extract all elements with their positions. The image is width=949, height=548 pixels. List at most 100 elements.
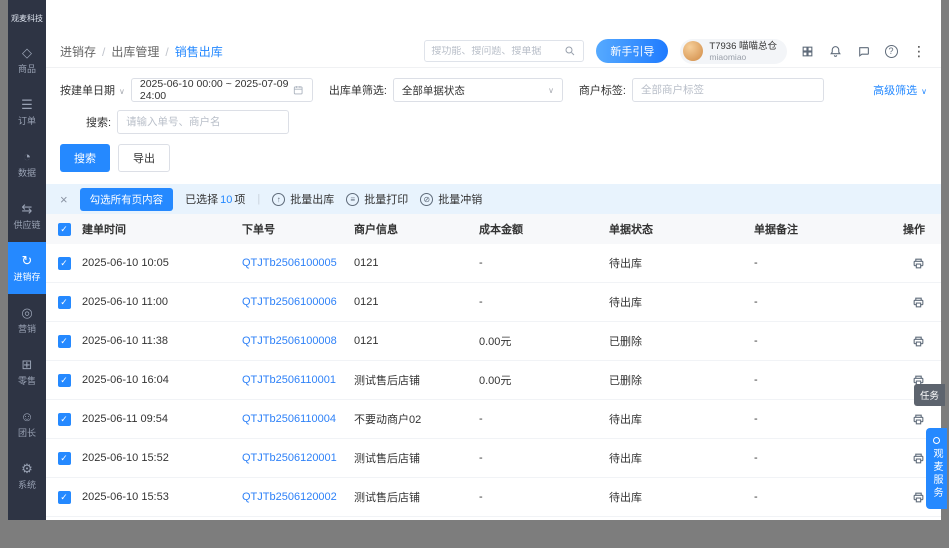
row-checkbox[interactable] [58, 374, 71, 387]
print-icon[interactable] [912, 413, 925, 426]
cell-merchant: 测试售后店铺 [354, 372, 479, 388]
print-icon[interactable] [912, 335, 925, 348]
status-text: 待出库 [609, 411, 754, 427]
select-all-pages-button[interactable]: 勾选所有页内容 [80, 188, 174, 211]
newbie-guide-button[interactable]: 新手引导 [596, 39, 668, 63]
search-icon[interactable] [563, 43, 577, 59]
sidebar-item-data[interactable]: ◔ 数据 [8, 138, 46, 190]
cell-created-time: 2025-06-10 15:52 [82, 452, 242, 464]
sidebar-item-retail[interactable]: ⊞ 零售 [8, 346, 46, 398]
print-icon[interactable] [912, 452, 925, 465]
close-icon[interactable]: × [60, 192, 68, 207]
status-select-value: 全部单据状态 [402, 83, 465, 98]
help-icon[interactable]: ? [883, 43, 899, 59]
sidebar-item-label: 营销 [18, 322, 36, 335]
task-float-button[interactable]: 任务 [914, 384, 945, 406]
batch-outbound-button[interactable]: ↑ 批量出库 [272, 191, 334, 207]
retail-icon: ⊞ [22, 358, 33, 371]
sidebar-item-goods[interactable]: ◇ 商品 [8, 34, 46, 86]
message-icon[interactable] [855, 43, 871, 59]
row-checkbox[interactable] [58, 491, 71, 504]
inventory-icon: ↻ [22, 254, 33, 267]
cell-cost: 0.00元 [479, 333, 609, 349]
goods-icon: ◇ [22, 46, 32, 59]
status-select[interactable]: 全部单据状态 ∨ [393, 78, 563, 102]
order-link[interactable]: QTJTb2506100006 [242, 296, 354, 308]
cell-created-time: 2025-06-10 15:53 [82, 491, 242, 503]
sidebar-item-orders[interactable]: ☰ 订单 [8, 86, 46, 138]
order-link[interactable]: QTJTb2506120001 [242, 452, 354, 464]
cell-cost: - [479, 452, 609, 464]
row-checkbox[interactable] [58, 413, 71, 426]
order-link[interactable]: QTJTb2506120002 [242, 491, 354, 503]
row-checkbox[interactable] [58, 296, 71, 309]
export-button[interactable]: 导出 [118, 144, 170, 172]
print-icon[interactable] [912, 296, 925, 309]
app-window: 观麦科技 ◇ 商品 ☰ 订单 ◔ 数据 ⇆ 供应链 ↻ 进销存 [8, 0, 941, 520]
cell-cost: - [479, 296, 609, 308]
table-header: 建单时间 下单号 商户信息 成本金额 单据状态 单据备注 操作 [46, 214, 941, 244]
selected-count-text: 已选择10项 [185, 191, 245, 207]
global-search-input[interactable] [431, 46, 563, 57]
row-checkbox[interactable] [58, 335, 71, 348]
status-text: 待出库 [609, 294, 754, 310]
guanmai-service-tab[interactable]: 观麦服务 [926, 428, 947, 509]
date-range-picker[interactable]: 2025-06-10 00:00 ~ 2025-07-09 24:00 [131, 78, 313, 102]
more-menu-icon[interactable]: ⋮ [911, 43, 927, 59]
col-operation: 操作 [889, 221, 941, 237]
col-note: 单据备注 [754, 221, 889, 237]
sidebar-item-supply-chain[interactable]: ⇆ 供应链 [8, 190, 46, 242]
sidebar-item-system[interactable]: ⚙ 系统 [8, 450, 46, 502]
cell-created-time: 2025-06-11 09:54 [82, 413, 242, 425]
cell-cost: 0.00元 [479, 372, 609, 388]
breadcrumb-outbound-mgmt[interactable]: 出库管理 [111, 43, 174, 60]
advanced-filter-link[interactable]: 高级筛选∨ [873, 82, 927, 98]
sidebar-item-marketing[interactable]: ◎ 营销 [8, 294, 46, 346]
table-row: 2025-06-10 15:53 QTJTb2506120002 测试售后店铺 … [46, 478, 941, 517]
cell-cost: - [479, 257, 609, 269]
col-cost: 成本金额 [479, 221, 609, 237]
order-search-input[interactable] [126, 116, 280, 128]
select-all-checkbox[interactable] [58, 223, 71, 236]
order-link[interactable]: QTJTb2506100005 [242, 257, 354, 269]
cell-created-time: 2025-06-10 11:00 [82, 296, 242, 308]
col-created-time: 建单时间 [82, 221, 242, 237]
batch-void-icon: ⊘ [420, 193, 433, 206]
bell-icon[interactable] [827, 43, 843, 59]
table-row: 2025-06-10 11:38 QTJTb2506100008 0121 0.… [46, 322, 941, 361]
merchant-tag-input[interactable] [641, 84, 815, 96]
order-link[interactable]: QTJTb2506110004 [242, 413, 354, 425]
table-row: 2025-06-11 09:54 QTJTb2506110004 不要动商户02… [46, 400, 941, 439]
row-checkbox[interactable] [58, 452, 71, 465]
data-icon: ◔ [23, 150, 31, 163]
apps-icon[interactable] [799, 43, 815, 59]
sidebar-item-label: 数据 [18, 166, 36, 179]
cell-merchant: 0121 [354, 296, 479, 308]
batch-print-button[interactable]: ≡ 批量打印 [346, 191, 408, 207]
order-link[interactable]: QTJTb2506110001 [242, 374, 354, 386]
breadcrumb-inventory[interactable]: 进销存 [60, 43, 111, 60]
date-type-dropdown[interactable]: 按建单日期∨ [60, 82, 125, 98]
user-chip[interactable]: T7936 喵喵总仓 miaomiao [680, 39, 787, 65]
cell-note: - [754, 374, 889, 386]
batch-void-button[interactable]: ⊘ 批量冲销 [420, 191, 482, 207]
global-search-box[interactable] [424, 40, 584, 62]
status-text: 已删除 [609, 372, 754, 388]
cell-note: - [754, 335, 889, 347]
row-checkbox[interactable] [58, 257, 71, 270]
merchant-tag-field[interactable] [632, 78, 824, 102]
order-search-field[interactable] [117, 110, 289, 134]
sidebar-item-inventory[interactable]: ↻ 进销存 [8, 242, 46, 294]
system-icon: ⚙ [21, 462, 33, 475]
table-row: 2025-06-10 10:05 QTJTb2506100005 0121 - … [46, 244, 941, 283]
order-link[interactable]: QTJTb2506100008 [242, 335, 354, 347]
sidebar-item-leader[interactable]: ☺ 团长 [8, 398, 46, 450]
print-icon[interactable] [912, 491, 925, 504]
print-icon[interactable] [912, 257, 925, 270]
search-button[interactable]: 搜索 [60, 144, 110, 172]
cell-note: - [754, 491, 889, 503]
status-filter-label: 出库单筛选: [329, 82, 387, 98]
cell-note: - [754, 257, 889, 269]
cell-merchant: 测试售后店铺 [354, 450, 479, 466]
chevron-down-icon: ∨ [921, 87, 927, 96]
